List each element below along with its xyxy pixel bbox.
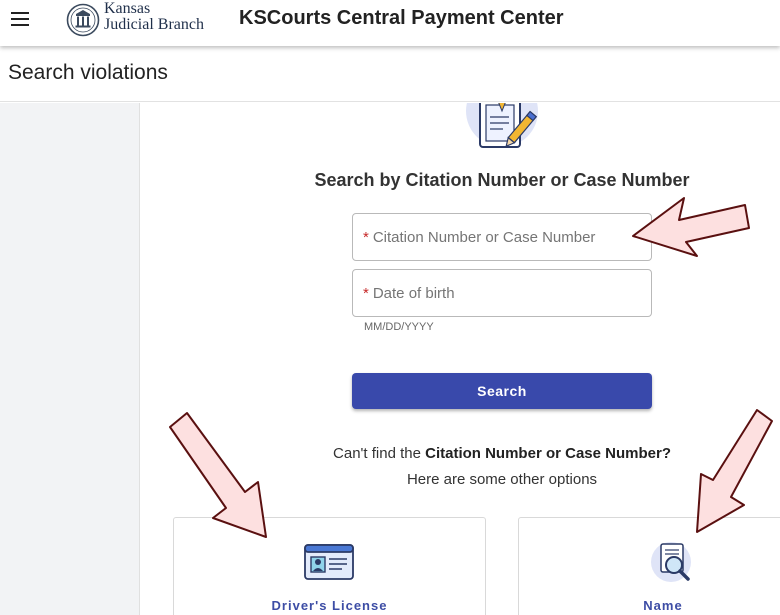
help-bold: Citation Number or Case Number? [425, 445, 671, 462]
required-marker: * [363, 284, 369, 302]
left-sidebar [0, 103, 140, 615]
required-marker: * [363, 228, 369, 246]
search-button[interactable]: Search [352, 373, 652, 409]
hamburger-menu-icon[interactable] [8, 8, 34, 30]
date-format-hint: MM/DD/YYYY [364, 321, 434, 333]
drivers-license-option-card[interactable]: Driver's License [173, 517, 486, 615]
option-label-name: Name [643, 598, 683, 613]
citation-number-field[interactable]: * [352, 213, 652, 261]
drivers-license-icon [304, 544, 354, 580]
app-title: KSCourts Central Payment Center [239, 7, 564, 29]
citation-number-input[interactable] [372, 228, 641, 246]
top-app-bar: Kansas Judicial Branch KSCourts Central … [0, 0, 780, 46]
kansas-judicial-seal-icon [66, 3, 100, 37]
logo-line-2: Judicial Branch [104, 16, 204, 33]
help-prefix: Can't find the [333, 445, 426, 462]
page-title: Search violations [8, 61, 168, 84]
help-subtext: Here are some other options [406, 471, 598, 488]
clipboard-pencil-icon [466, 103, 538, 148]
help-text: Can't find the Citation Number or Case N… [252, 445, 752, 462]
option-label-drivers-license: Driver's License [271, 598, 388, 613]
date-of-birth-input[interactable] [372, 284, 641, 302]
logo-line-1: Kansas [104, 0, 151, 17]
logo-wordmark: Kansas Judicial Branch [104, 1, 204, 33]
search-heading: Search by Citation Number or Case Number [314, 170, 690, 190]
name-search-icon [651, 542, 691, 582]
date-of-birth-field[interactable]: * [352, 269, 652, 317]
name-option-card[interactable]: Name [518, 517, 780, 615]
page-header: Search violations [0, 46, 780, 102]
